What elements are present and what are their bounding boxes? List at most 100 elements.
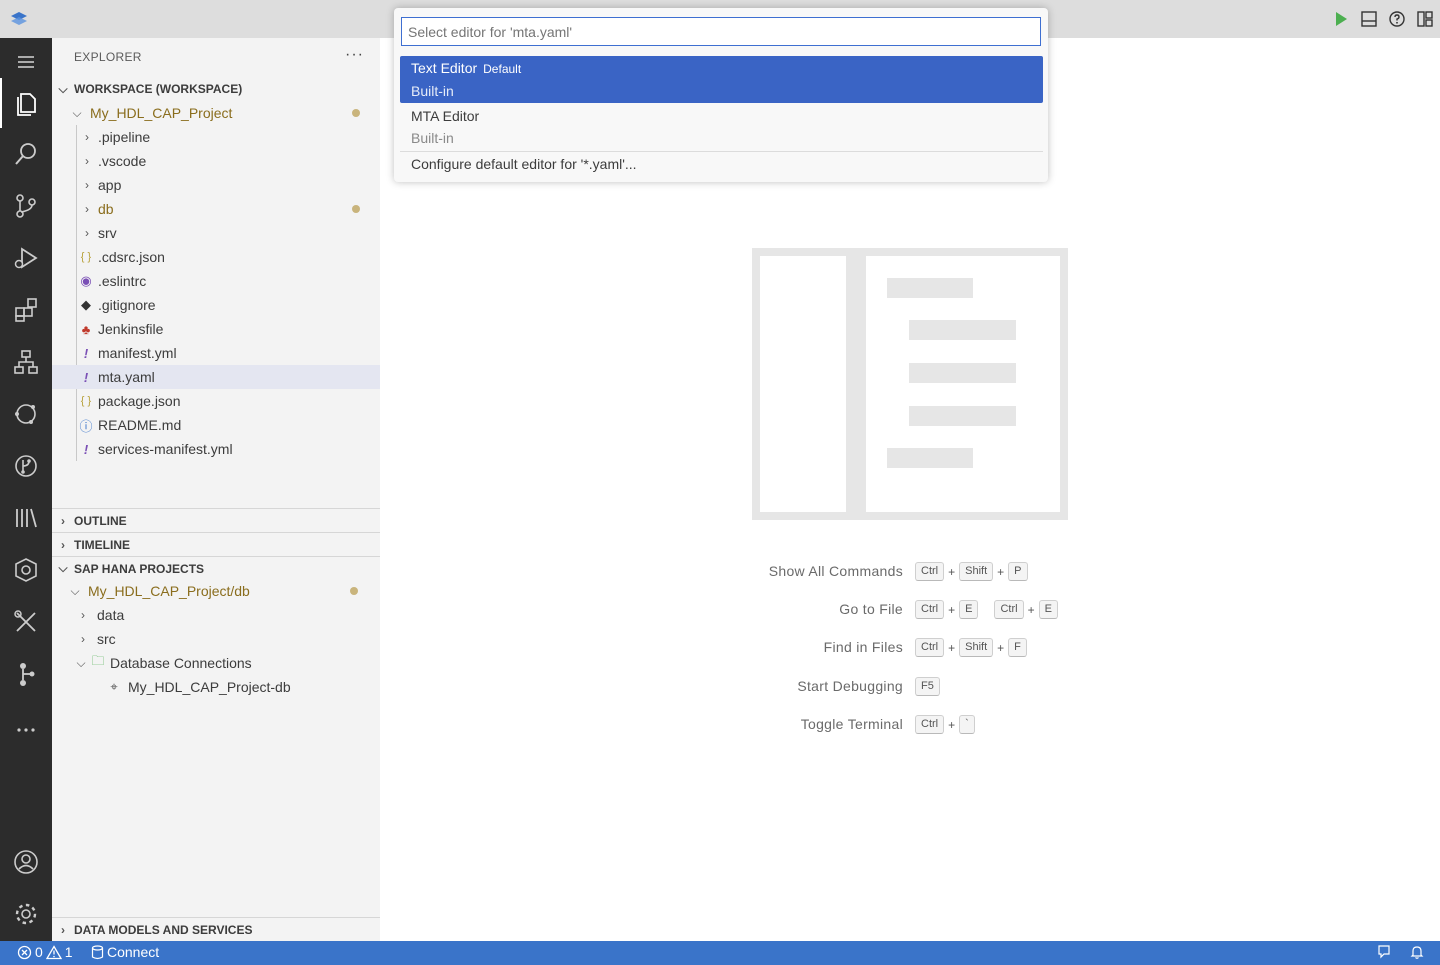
chevron-down-icon: ⌵: [70, 583, 80, 598]
explorer-files-icon[interactable]: [0, 78, 52, 128]
tree-item-db[interactable]: › db: [52, 197, 380, 221]
help-icon[interactable]: [1386, 8, 1408, 30]
hana-item-data[interactable]: › data: [52, 603, 380, 627]
database-target-icon: ⌖: [110, 679, 118, 694]
text-editor-title: Text Editor: [411, 60, 478, 76]
toggle-panel-icon[interactable]: [1358, 8, 1380, 30]
data-models-section-header[interactable]: › DATA MODELS AND SERVICES: [52, 917, 380, 941]
hana-item-src[interactable]: › src: [52, 627, 380, 651]
workspace-section-header[interactable]: ⌵ WORKSPACE (WORKSPACE): [52, 77, 380, 101]
tree-item-mta-yaml[interactable]: ! mta.yaml: [52, 365, 380, 389]
status-bar: 0 1 Connect: [0, 941, 1440, 965]
timeline-section-header[interactable]: › TIMELINE: [52, 532, 380, 556]
chevron-down-icon: ⌵: [58, 561, 68, 575]
shortcut-find-in-files: Find in Files Ctrl + Shift + F: [380, 636, 1440, 658]
chevron-right-icon: ›: [61, 513, 65, 528]
tree-item-gitignore[interactable]: ◆ .gitignore: [52, 293, 380, 317]
eslint-file-icon: ◉: [80, 273, 92, 288]
git-graph-icon[interactable]: [0, 442, 52, 490]
shortcut-start-debugging: Start Debugging F5: [380, 675, 1440, 697]
info-file-icon: ⓘ: [79, 418, 93, 434]
project-folder[interactable]: ⌵ My_HDL_CAP_Project: [52, 101, 380, 125]
workspace-label: WORKSPACE (WORKSPACE): [74, 82, 243, 96]
modified-indicator: [352, 205, 360, 213]
connect-label: Connect: [107, 944, 160, 960]
quickpick-item-mta-editor[interactable]: MTA Editor Built-in: [400, 104, 1043, 150]
quickpick-separator: [400, 151, 1043, 152]
tree-item-jenkinsfile[interactable]: ♣ Jenkinsfile: [52, 317, 380, 341]
tree-item-vscode[interactable]: › .vscode: [52, 149, 380, 173]
error-count: 0: [35, 944, 43, 960]
chevron-right-icon: ›: [61, 922, 65, 937]
mta-editor-title: MTA Editor: [411, 108, 480, 124]
branch-icon[interactable]: [0, 650, 52, 698]
shortcut-toggle-terminal: Toggle Terminal Ctrl + `: [380, 713, 1440, 735]
settings-gear-icon[interactable]: [0, 890, 52, 938]
chevron-right-icon: ›: [85, 202, 89, 216]
hana-project-folder[interactable]: ⌵ My_HDL_CAP_Project/db: [52, 579, 380, 603]
warning-icon: [45, 944, 62, 959]
app-logo-icon: [11, 12, 27, 25]
hana-item-connection-db[interactable]: ⌖ My_HDL_CAP_Project-db: [52, 675, 380, 699]
chevron-right-icon: ›: [81, 608, 85, 622]
git-file-icon: ◆: [81, 297, 91, 312]
more-icon[interactable]: [0, 706, 52, 754]
run-icon[interactable]: [1330, 8, 1352, 30]
tree-item-cdsrc[interactable]: { } .cdsrc.json: [52, 245, 380, 269]
library-icon[interactable]: [0, 494, 52, 542]
tree-item-eslintrc[interactable]: ◉ .eslintrc: [52, 269, 380, 293]
account-icon[interactable]: [0, 838, 52, 886]
explorer-more-button[interactable]: ···: [345, 46, 364, 64]
error-icon: [17, 945, 32, 959]
explorer-sidebar: EXPLORER ··· ⌵ WORKSPACE (WORKSPACE) ⌵ M…: [52, 38, 380, 941]
project-folder-label: My_HDL_CAP_Project: [90, 105, 233, 121]
tree-item-manifest[interactable]: ! manifest.yml: [52, 341, 380, 365]
outline-section-header[interactable]: › OUTLINE: [52, 508, 380, 532]
cloud-connection-icon[interactable]: [0, 390, 52, 438]
json-file-icon: { }: [80, 395, 92, 407]
feedback-icon[interactable]: [1376, 944, 1392, 960]
database-icon: [91, 944, 104, 959]
tree-item-readme[interactable]: ⓘ README.md: [52, 413, 380, 437]
hana-cube-icon[interactable]: [0, 546, 52, 594]
explorer-title: EXPLORER: [74, 50, 142, 64]
tree-item-app[interactable]: › app: [52, 173, 380, 197]
watermark-right-pane: [866, 256, 1060, 512]
tree-item-pipeline[interactable]: › .pipeline: [52, 125, 380, 149]
search-icon[interactable]: [0, 130, 52, 178]
quickpick-item-text-editor[interactable]: Text Editor Default Built-in: [400, 56, 1043, 103]
tree-item-package-json[interactable]: { } package.json: [52, 389, 380, 413]
hana-item-database-connections[interactable]: ⌵ 🗀 Database Connections: [52, 651, 380, 675]
chevron-right-icon: ›: [85, 130, 89, 144]
default-badge: Default: [483, 62, 522, 76]
customize-layout-icon[interactable]: [1414, 8, 1436, 30]
chevron-right-icon: ›: [61, 537, 65, 552]
yaml-file-icon: !: [83, 345, 89, 361]
chevron-down-icon: ⌵: [76, 655, 86, 670]
chevron-right-icon: ›: [85, 178, 89, 192]
source-control-icon[interactable]: [0, 182, 52, 230]
chevron-down-icon: ⌵: [72, 105, 82, 120]
tools-icon[interactable]: [0, 598, 52, 646]
extensions-icon[interactable]: [0, 286, 52, 334]
hana-projects-section-header[interactable]: ⌵ SAP HANA PROJECTS: [52, 556, 380, 580]
activity-bar: [0, 38, 52, 941]
modified-indicator: [350, 587, 358, 595]
text-editor-desc: Built-in: [411, 83, 454, 99]
editor-watermark: [752, 248, 1068, 520]
select-editor-quickpick: Text Editor Default Built-in MTA Editor B…: [394, 8, 1048, 182]
chevron-right-icon: ›: [81, 632, 85, 646]
quickpick-item-configure-default[interactable]: Configure default editor for '*.yaml'...: [400, 153, 1043, 177]
sitemap-icon[interactable]: [0, 338, 52, 386]
tree-item-srv[interactable]: › srv: [52, 221, 380, 245]
connect-status[interactable]: Connect: [91, 944, 159, 960]
notifications-bell-icon[interactable]: [1409, 944, 1425, 960]
yaml-file-icon: !: [83, 369, 89, 385]
quickpick-input[interactable]: [401, 17, 1041, 46]
yaml-file-icon: !: [83, 441, 89, 457]
run-debug-icon[interactable]: [0, 234, 52, 282]
tree-item-services-manifest[interactable]: ! services-manifest.yml: [52, 437, 380, 461]
json-file-icon: { }: [80, 251, 92, 263]
chevron-right-icon: ›: [85, 154, 89, 168]
problems-indicator[interactable]: 0 1: [17, 944, 73, 960]
